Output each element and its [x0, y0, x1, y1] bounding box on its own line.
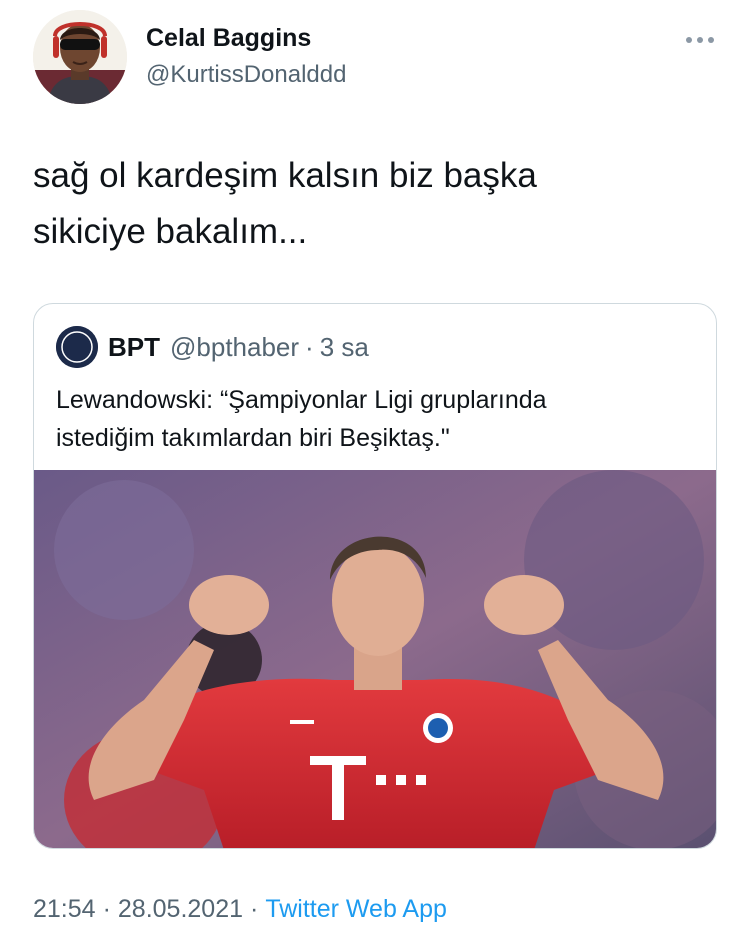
quoted-author-handle[interactable]: @bpthaber — [170, 332, 299, 363]
metadata-separator-2: · — [250, 895, 259, 923]
tweet-text: sağ ol kardeşim kalsın biz başka sikiciy… — [33, 156, 537, 251]
profile-photo-icon — [33, 10, 127, 104]
author-handle[interactable]: @KurtissDonalddd — [146, 61, 346, 89]
quoted-author-name[interactable]: BPT — [108, 332, 160, 363]
football-player-photo-icon — [34, 470, 716, 848]
tweet-detail: Celal Baggins @KurtissDonalddd sağ ol ka… — [0, 0, 750, 933]
author-avatar[interactable] — [33, 10, 127, 104]
more-dots-icon — [686, 37, 714, 43]
metadata-separator: · — [102, 895, 111, 923]
author-name[interactable]: Celal Baggins — [146, 24, 311, 53]
quoted-tweet-text: Lewandowski: “Şampiyonlar Ligi grupların… — [56, 386, 547, 452]
tweet-date[interactable]: 28.05.2021 — [118, 895, 243, 923]
quoted-tweet-header: BPT @bpthaber · 3 sa — [56, 326, 369, 368]
quoted-separator: · — [305, 331, 314, 362]
quoted-timestamp[interactable]: 3 sa — [320, 332, 369, 363]
quoted-author-avatar[interactable] — [56, 326, 98, 368]
quoted-tweet-image[interactable] — [34, 470, 716, 848]
tweet-source-link[interactable]: Twitter Web App — [265, 895, 447, 923]
more-options-button[interactable] — [678, 28, 722, 52]
tweet-time[interactable]: 21:54 — [33, 895, 96, 923]
bpt-logo-icon — [56, 326, 98, 368]
tweet-metadata: 21:54 · 28.05.2021 · Twitter Web App — [33, 895, 447, 924]
quoted-tweet-card[interactable]: BPT @bpthaber · 3 sa Lewandowski: “Şampi… — [33, 303, 717, 849]
